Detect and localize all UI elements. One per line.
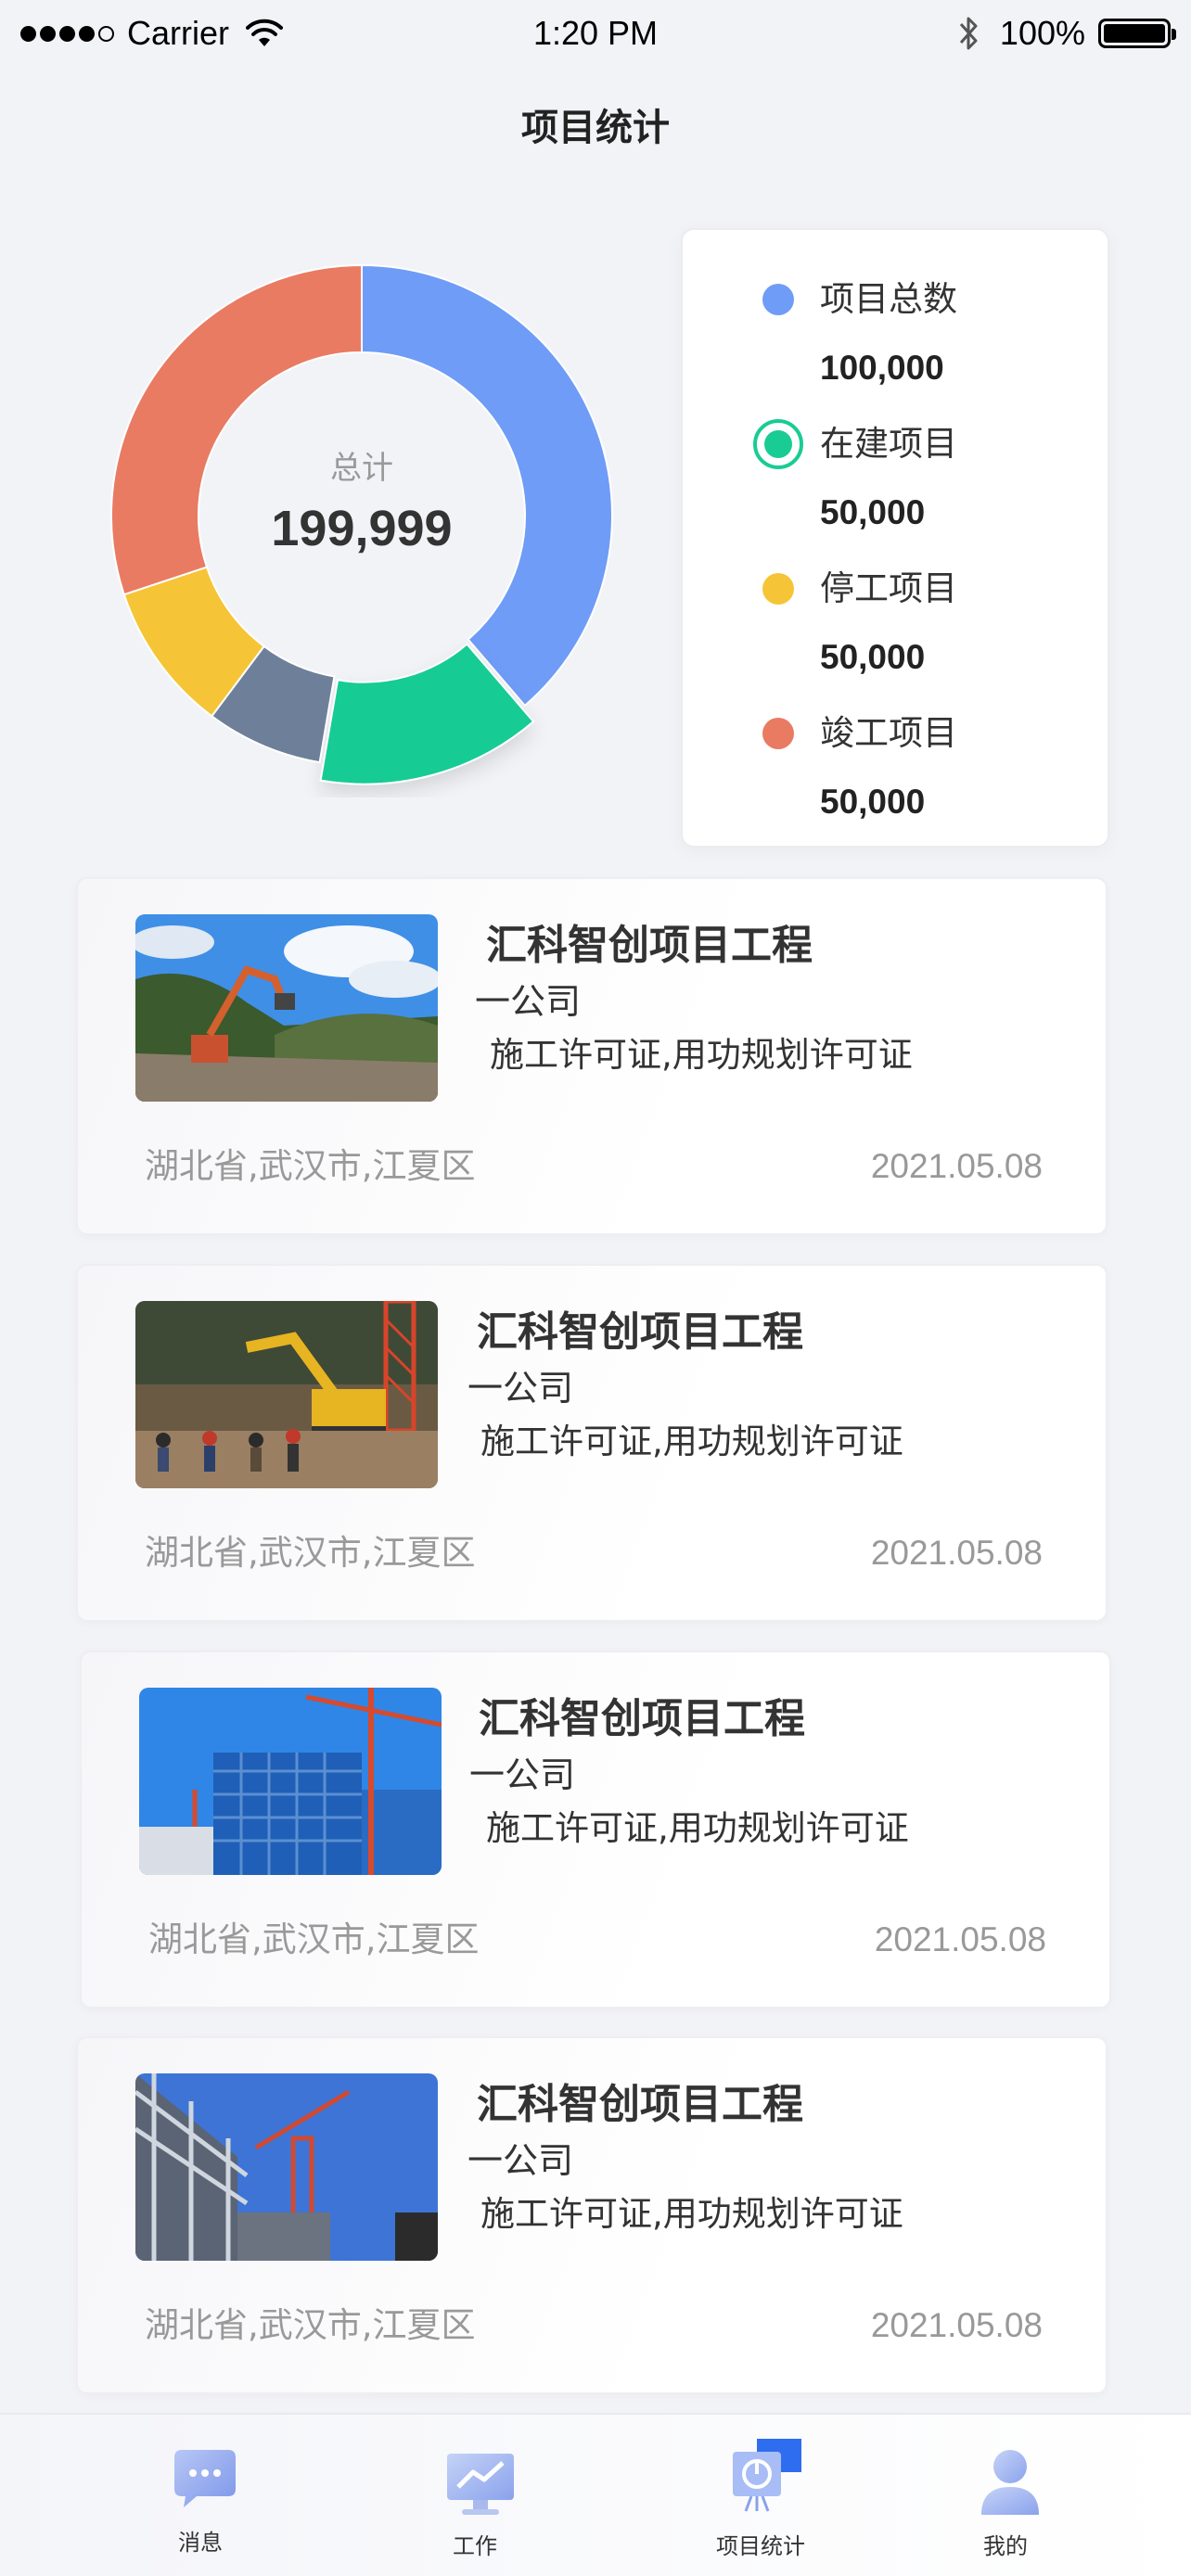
project-permits: 施工许可证,用功规划许可证 [490, 1035, 913, 1075]
project-company: 一公司 [467, 2140, 574, 2181]
battery-icon [1098, 19, 1176, 48]
project-stats-icon [733, 2439, 801, 2512]
legend-label: 项目总数 [820, 279, 957, 319]
tab-bar: 消息 工作 项目统计 我的 [0, 2413, 1191, 2576]
donut-center-value: 199,999 [271, 501, 453, 556]
project-card[interactable]: 汇科智创项目工程 一公司 施工许可证,用功规划许可证 湖北省,武汉市,江夏区 2… [76, 2036, 1108, 2394]
legend-dot-icon [762, 718, 794, 749]
legend-value: 50,000 [820, 638, 926, 676]
project-location: 湖北省,武汉市,江夏区 [145, 1146, 476, 1186]
status-bar: Carrier 1:20 PM 100% [0, 0, 1191, 69]
legend-item-suspended[interactable]: 停工项目 50,000 [683, 540, 1108, 684]
project-title: 汇科智创项目工程 [477, 1308, 803, 1356]
legend-item-under-construction[interactable]: 在建项目 50,000 [683, 395, 1108, 540]
tab-work[interactable]: 工作 [382, 2415, 568, 2576]
project-thumbnail [135, 1301, 438, 1488]
project-date: 2021.05.08 [870, 1147, 1043, 1185]
tab-label: 工作 [453, 2533, 497, 2559]
legend-label: 在建项目 [820, 424, 957, 464]
tab-messages[interactable]: 消息 [108, 2415, 293, 2576]
project-permits: 施工许可证,用功规划许可证 [480, 2194, 903, 2234]
battery-percent: 100% [999, 14, 1085, 52]
project-title: 汇科智创项目工程 [486, 922, 813, 969]
project-company: 一公司 [475, 981, 582, 1022]
work-chart-icon [447, 2454, 514, 2515]
profile-icon [981, 2450, 1039, 2515]
project-card[interactable]: 汇科智创项目工程 一公司 施工许可证,用功规划许可证 湖北省,武汉市,江夏区 2… [76, 877, 1108, 1235]
bluetooth-icon [959, 17, 978, 50]
donut-chart: 总计 199,999 [102, 260, 621, 797]
project-date: 2021.05.08 [870, 1534, 1043, 1572]
tab-project-stats[interactable]: 项目统计 [668, 2415, 853, 2576]
project-title: 汇科智创项目工程 [477, 2081, 803, 2128]
project-permits: 施工许可证,用功规划许可证 [480, 1422, 903, 1461]
legend-item-total[interactable]: 项目总数 100,000 [683, 250, 1108, 395]
project-date: 2021.05.08 [874, 1920, 1046, 1958]
legend-selected-dot-icon [753, 419, 803, 469]
project-card[interactable]: 汇科智创项目工程 一公司 施工许可证,用功规划许可证 湖北省,武汉市,江夏区 2… [76, 1264, 1108, 1622]
project-thumbnail [139, 1688, 442, 1875]
legend-card: 项目总数 100,000 在建项目 50,000 停工项目 50,000 竣工项… [681, 228, 1109, 848]
legend-dot-icon [762, 573, 794, 605]
legend-item-completed[interactable]: 竣工项目 50,000 [683, 684, 1108, 829]
tab-profile[interactable]: 我的 [913, 2415, 1098, 2576]
legend-value: 50,000 [820, 493, 926, 531]
project-location: 湖北省,武汉市,江夏区 [145, 1533, 476, 1573]
project-thumbnail [135, 914, 438, 1102]
project-title: 汇科智创项目工程 [479, 1695, 805, 1742]
donut-center-label: 总计 [330, 450, 393, 487]
legend-value: 50,000 [820, 783, 926, 821]
project-thumbnail [135, 2073, 438, 2261]
legend-label: 停工项目 [820, 568, 957, 608]
legend-value: 100,000 [820, 349, 944, 387]
tab-label: 项目统计 [716, 2533, 805, 2559]
legend-dot-icon [762, 284, 794, 315]
legend-label: 竣工项目 [820, 713, 957, 753]
tab-label: 我的 [983, 2533, 1028, 2559]
project-location: 湖北省,武汉市,江夏区 [148, 1919, 480, 1959]
project-company: 一公司 [469, 1754, 576, 1795]
page-title: 项目统计 [521, 107, 670, 149]
message-icon [174, 2450, 236, 2507]
tab-label: 消息 [178, 2530, 223, 2556]
project-date: 2021.05.08 [870, 2306, 1043, 2344]
project-company: 一公司 [467, 1368, 574, 1409]
project-permits: 施工许可证,用功规划许可证 [486, 1808, 909, 1848]
project-location: 湖北省,武汉市,江夏区 [145, 2305, 476, 2345]
project-card[interactable]: 汇科智创项目工程 一公司 施工许可证,用功规划许可证 湖北省,武汉市,江夏区 2… [80, 1651, 1111, 2009]
